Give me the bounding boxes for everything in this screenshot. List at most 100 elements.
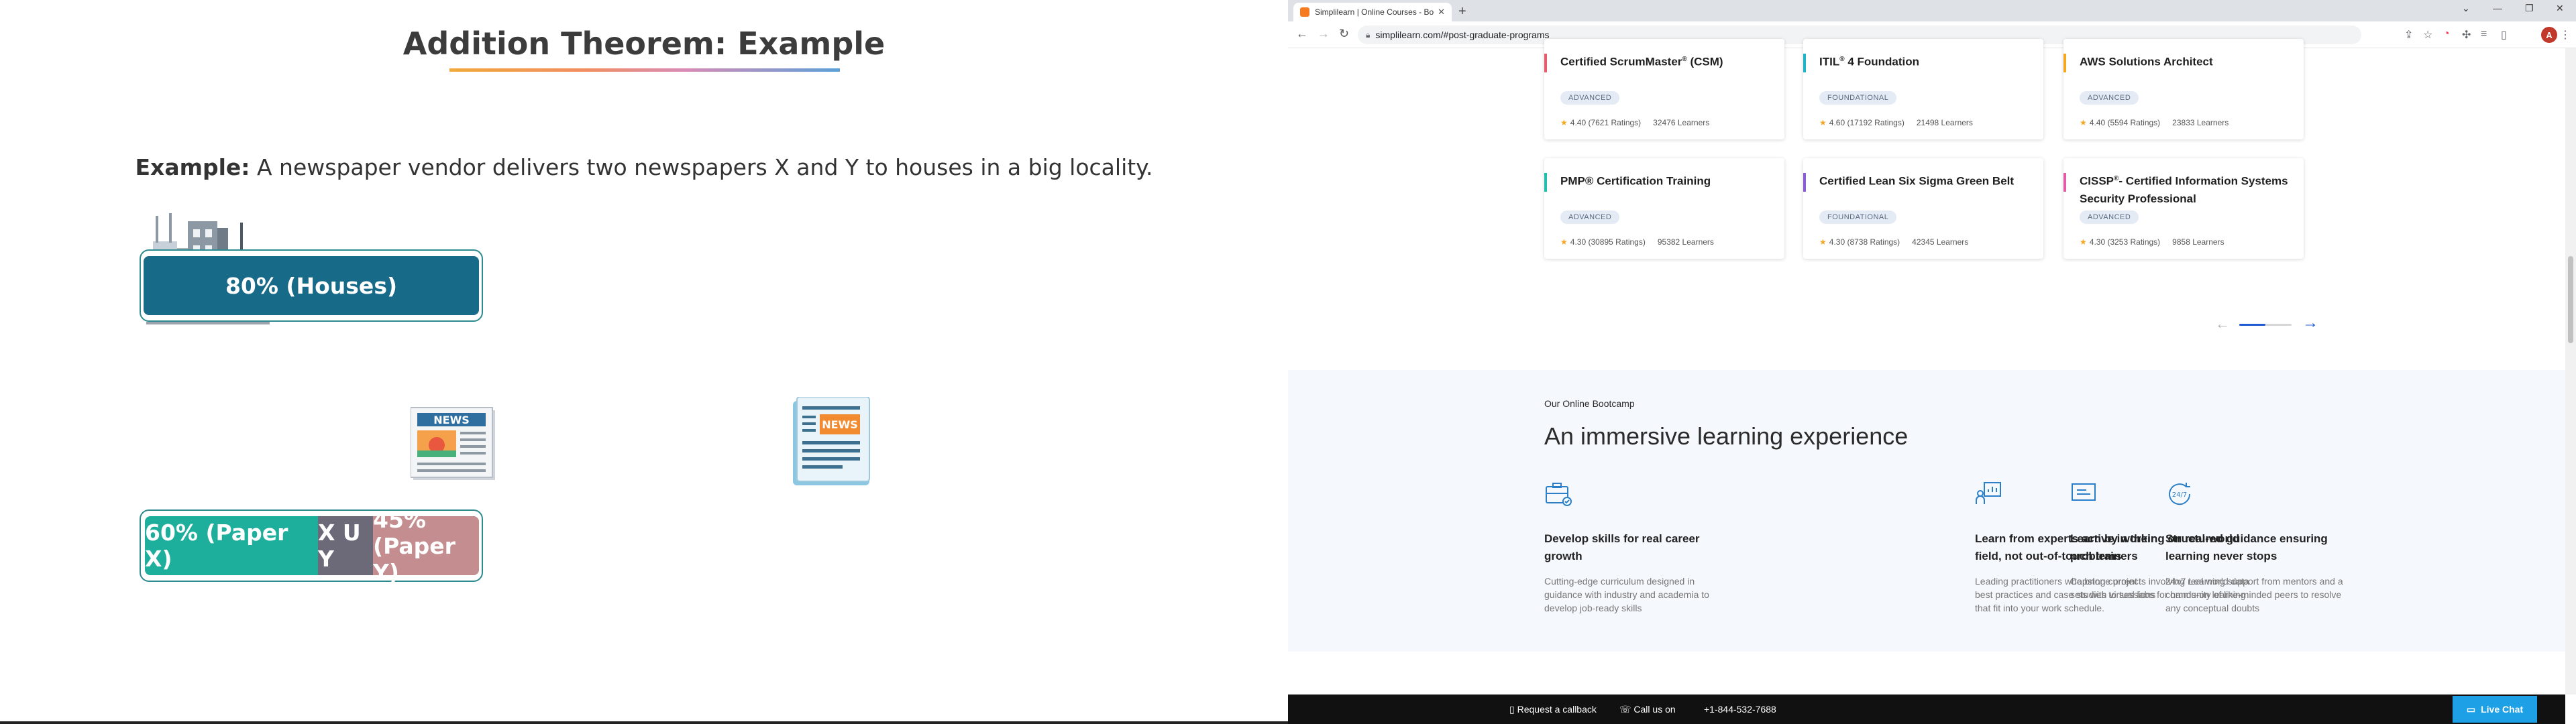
- example-label: Example:: [135, 154, 250, 180]
- call-us-link[interactable]: ☏ Call us on: [1619, 704, 1676, 715]
- carousel-progress-fill: [2239, 324, 2265, 326]
- course-name-sup: ®: [1839, 56, 1845, 63]
- sticky-bottom-bar: ▯ Request a callback ☏ Call us on +1-844…: [1288, 695, 2565, 724]
- course-level-badge: FOUNDATIONAL: [1819, 91, 1897, 105]
- course-rating: 4.30 (30895 Ratings): [1570, 237, 1646, 247]
- tab-strip: Simplilearn | Online Courses - Bo ✕ + ⌄ …: [1288, 0, 2576, 21]
- course-name-main: PMP® Certification Training: [1560, 174, 1711, 188]
- request-callback-link[interactable]: ▯ Request a callback: [1509, 704, 1597, 715]
- puzzle-icon[interactable]: ✣: [2462, 28, 2471, 42]
- course-meta: ★ 4.40 (7621 Ratings) 32476 Learners: [1560, 118, 1709, 127]
- news-badge-x: NEWS: [433, 414, 470, 426]
- course-name-main: Certified Lean Six Sigma Green Belt: [1819, 174, 2015, 188]
- feature-heading: Develop skills for real career growth: [1544, 532, 1700, 562]
- carousel-prev-arrow-icon[interactable]: ←: [2215, 315, 2230, 333]
- course-learners: 21498 Learners: [1916, 118, 1973, 127]
- menu-dot-icon[interactable]: ⋮: [2560, 28, 2571, 42]
- course-rating: 4.60 (17192 Ratings): [1829, 118, 1904, 127]
- course-card[interactable]: CISSP®- Certified Information Systems Se…: [2063, 158, 2304, 259]
- star-icon: ★: [2080, 237, 2087, 247]
- course-name-rest: (CSM): [1686, 55, 1723, 68]
- newspaper-y-icon: NEWS: [793, 397, 870, 485]
- houses-bar: 80% (Houses): [144, 256, 479, 315]
- course-card[interactable]: AWS Solutions Architect ADVANCED ★ 4.40 (55…: [2063, 39, 2304, 139]
- live-chat-button[interactable]: ▭ Live Chat: [2453, 696, 2537, 723]
- course-name[interactable]: PMP® Certification Training: [1560, 170, 1775, 190]
- course-card[interactable]: PMP® Certification Training ADVANCED ★ 4.30…: [1544, 158, 1784, 259]
- close-tab-icon[interactable]: ✕: [1438, 7, 1445, 17]
- browser-tab[interactable]: Simplilearn | Online Courses - Bo ✕: [1293, 3, 1452, 21]
- clock-24-7-icon: 24/7: [2169, 483, 2191, 505]
- course-name-sup: ®: [1682, 56, 1687, 63]
- course-card[interactable]: ITIL® 4 Foundation FOUNDATIONAL ★ 4.60 (171…: [1803, 39, 2043, 139]
- share-icon[interactable]: ⇪: [2404, 28, 2413, 42]
- course-level-badge: FOUNDATIONAL: [1819, 210, 1897, 224]
- site-favicon-icon: [1300, 7, 1309, 17]
- star-icon: ★: [1819, 118, 1827, 127]
- slide-bottom-border: [0, 721, 1288, 724]
- title-underline: [449, 68, 840, 72]
- feature-description: 24x7 Learning support from mentors and a…: [2165, 576, 2343, 613]
- minimize-icon[interactable]: —: [2493, 3, 2502, 13]
- course-level-badge: ADVANCED: [2080, 91, 2139, 105]
- screen: Addition Theorem: Example Example: A new…: [0, 0, 2576, 724]
- paper-y-bar: 45% (Paper Y): [373, 507, 479, 585]
- course-meta: ★ 4.60 (17192 Ratings) 21498 Learners: [1819, 118, 1973, 127]
- presentation-slide: Addition Theorem: Example Example: A new…: [0, 0, 1288, 724]
- scrollbar-thumb[interactable]: [2568, 256, 2573, 343]
- feature-description: Cutting-edge curriculum designed in guid…: [1544, 576, 1709, 613]
- course-level-badge: ADVANCED: [1560, 91, 1620, 105]
- feature-item: Develop skills for real career growth Cu…: [1544, 480, 1725, 615]
- course-accent-bar: [1544, 54, 1547, 72]
- extension-icon[interactable]: ◔: [2443, 28, 2450, 40]
- course-accent-bar: [1544, 173, 1547, 192]
- course-name-main: ITIL: [1819, 55, 1840, 68]
- course-meta: ★ 4.40 (5594 Ratings) 23833 Learners: [2080, 118, 2229, 127]
- back-icon[interactable]: ←: [1296, 27, 1308, 41]
- course-name-main: CISSP: [2080, 174, 2114, 188]
- request-callback-label: Request a callback: [1517, 704, 1597, 715]
- course-learners: 9858 Learners: [2172, 237, 2224, 247]
- star-icon: ★: [1560, 237, 1568, 247]
- example-statement: Example: A newspaper vendor delivers two…: [0, 154, 1288, 180]
- page-scrollbar[interactable]: [2565, 48, 2576, 695]
- course-accent-bar: [2063, 54, 2066, 72]
- profile-avatar[interactable]: A: [2541, 27, 2557, 43]
- browser-window: Simplilearn | Online Courses - Bo ✕ + ⌄ …: [1288, 0, 2576, 724]
- course-meta: ★ 4.30 (3253 Ratings) 9858 Learners: [2080, 237, 2224, 247]
- new-tab-icon[interactable]: +: [1458, 4, 1466, 19]
- live-chat-label: Live Chat: [2481, 704, 2524, 715]
- carousel-next-arrow-icon[interactable]: →: [2302, 314, 2318, 333]
- course-name[interactable]: Certified Lean Six Sigma Green Belt: [1819, 170, 2034, 190]
- course-name[interactable]: AWS Solutions Architect: [2080, 51, 2294, 71]
- course-name-main: Certified ScrumMaster: [1560, 55, 1682, 68]
- media-icon[interactable]: ≡: [2481, 28, 2487, 40]
- monitor-icon: [2072, 483, 2096, 501]
- course-name[interactable]: CISSP®- Certified Information Systems Se…: [2080, 170, 2294, 208]
- course-card[interactable]: Certified ScrumMaster® (CSM) ADVANCED ★ 4.4…: [1544, 39, 1784, 139]
- course-rating: 4.40 (7621 Ratings): [1570, 118, 1642, 127]
- course-card[interactable]: Certified Lean Six Sigma Green Belt FOUND…: [1803, 158, 2043, 259]
- bootcamp-section: Our Online Bootcamp An immersive learnin…: [1288, 370, 2565, 652]
- lock-icon: 🔒︎: [1366, 29, 1371, 40]
- course-meta: ★ 4.30 (30895 Ratings) 95382 Learners: [1560, 237, 1714, 247]
- paper-x-bar: 60% (Paper X): [145, 516, 318, 575]
- course-learners: 95382 Learners: [1657, 237, 1714, 247]
- restore-icon[interactable]: ❐: [2525, 3, 2534, 14]
- close-window-icon[interactable]: ✕: [2556, 3, 2564, 14]
- carousel-progress: [2239, 324, 2292, 326]
- course-rating: 4.40 (5594 Ratings): [2089, 118, 2161, 127]
- course-name[interactable]: Certified ScrumMaster® (CSM): [1560, 51, 1775, 71]
- reload-icon[interactable]: ↻: [1339, 27, 1349, 41]
- course-name[interactable]: ITIL® 4 Foundation: [1819, 51, 2034, 71]
- clock-label: 24/7: [2172, 491, 2187, 499]
- star-icon: ★: [1560, 118, 1568, 127]
- phone-number[interactable]: +1-844-532-7688: [1704, 704, 1776, 715]
- course-accent-bar: [1803, 173, 1806, 192]
- forward-icon[interactable]: →: [1318, 27, 1330, 41]
- bookmark-star-icon[interactable]: ☆: [2423, 28, 2432, 42]
- bootcamp-eyebrow: Our Online Bootcamp: [1544, 398, 1635, 409]
- tab-search-icon[interactable]: ⌄: [2462, 3, 2470, 14]
- side-panel-icon[interactable]: ▯: [2501, 28, 2507, 42]
- star-icon: ★: [1819, 237, 1827, 247]
